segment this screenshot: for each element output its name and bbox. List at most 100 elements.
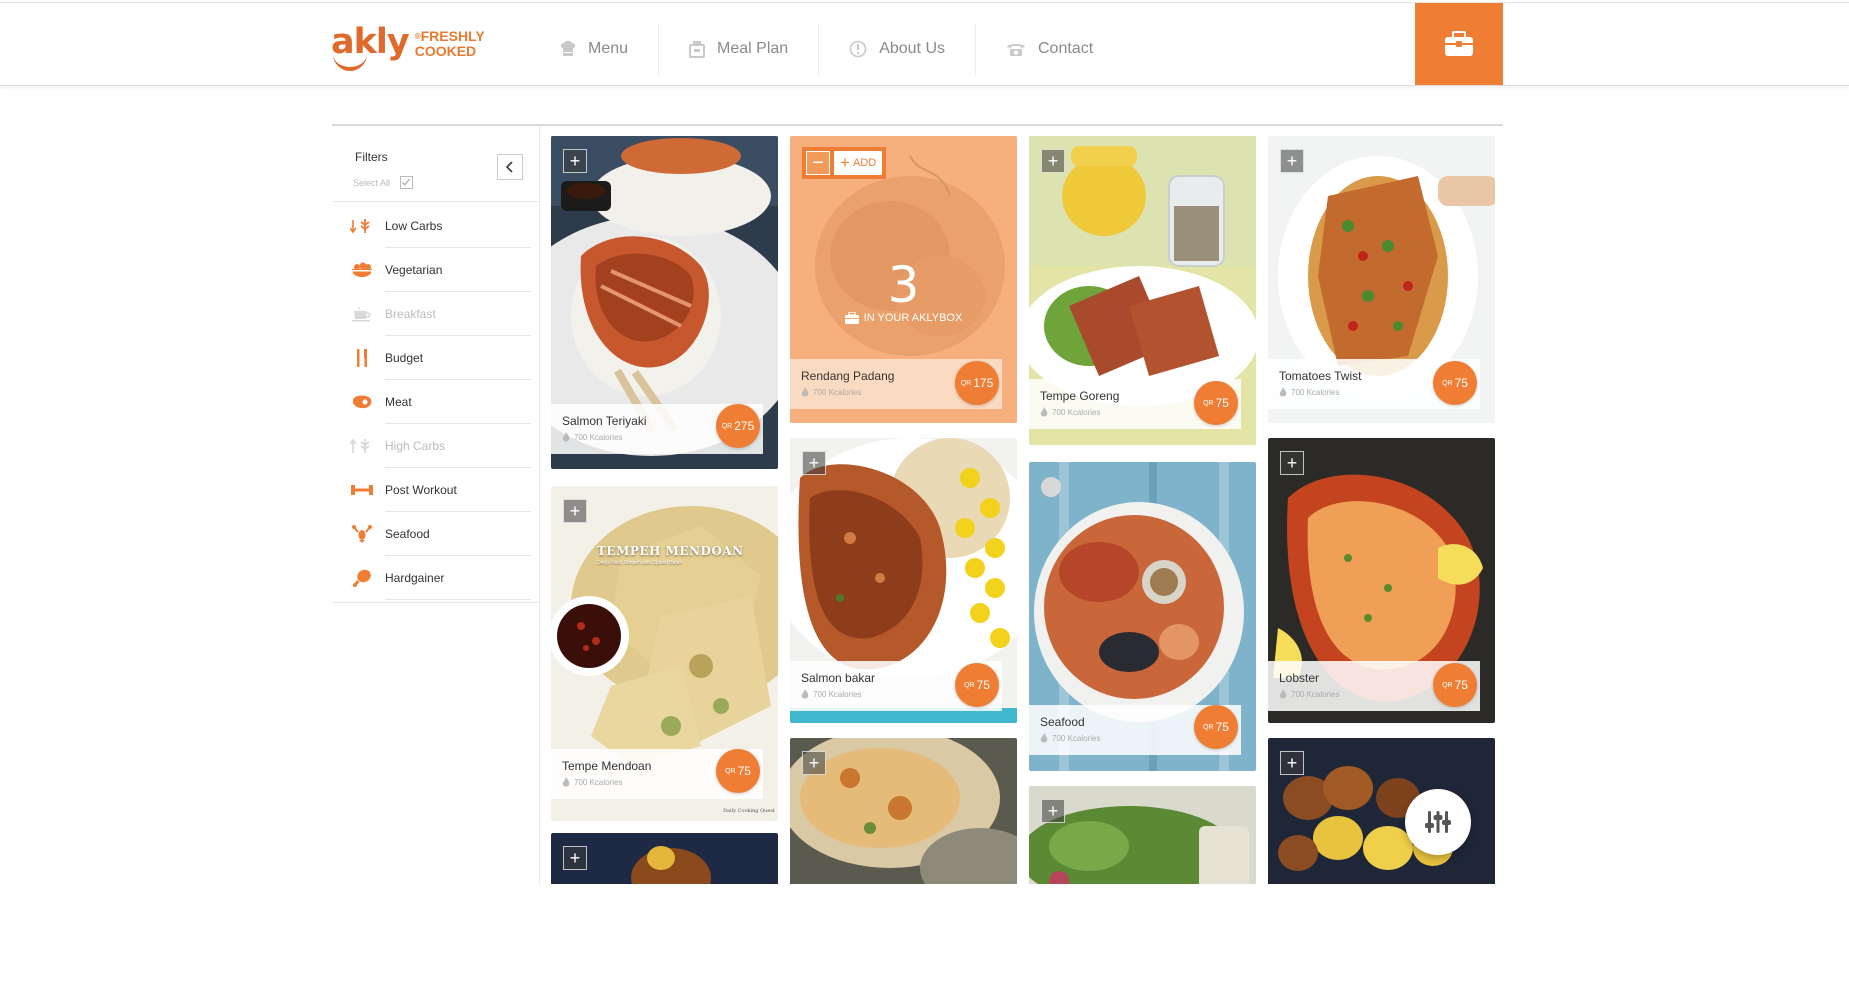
meal-calories: 700 Kcalories [562,777,622,787]
meal-name: Salmon bakar [801,671,876,685]
plus-icon: + [1286,453,1298,473]
price-badge: QR 275 [716,404,760,448]
filter-meat[interactable]: Meat [332,380,539,424]
quantity-controls: − + ADD [802,147,887,179]
price-currency: QR [1442,379,1453,387]
select-all-label: Select All [353,177,391,188]
meal-grid: + Salmon Teriyaki 700 Kcalories QR 275 T… [551,126,1501,884]
filter-label: High Carbs [385,439,446,453]
filter-high-carbs[interactable]: High Carbs [332,424,539,468]
filter-settings-button[interactable] [1405,789,1471,855]
info-icon [849,40,867,58]
add-to-box-button[interactable]: + [802,751,826,775]
nav-menu[interactable]: Menu [548,23,660,75]
add-to-box-button[interactable]: + [1280,751,1304,775]
filter-post-workout[interactable]: Post Workout [332,468,539,512]
lunchbox-icon [844,312,859,324]
price-badge: QR 175 [955,361,999,405]
photo-credit: Daily Cooking Quest [723,808,775,814]
add-to-box-button[interactable]: + [1280,149,1304,173]
meal-calories-text: 700 Kcalories [574,777,623,787]
price-badge: QR 75 [716,749,760,793]
price-badge: QR 75 [955,663,999,707]
meal-calories-text: 700 Kcalories [813,387,862,397]
select-all-toggle[interactable]: Select All [353,176,414,189]
meal-calories: 700 Kcalories [1040,733,1100,743]
flame-icon [562,432,570,442]
filter-label: Budget [385,351,424,365]
price-value: 175 [973,376,994,390]
salad-bowl-icon [350,261,374,279]
meal-card-oysters[interactable]: + [790,738,1017,884]
filter-sliders-icon [1425,811,1451,833]
dumbbell-icon [350,481,374,499]
price-currency: QR [960,379,972,387]
filter-breakfast[interactable]: Breakfast [332,292,539,336]
add-more-button[interactable]: + ADD [834,151,883,175]
low-carbs-icon [350,217,374,235]
nav-meal-plan-label: Meal Plan [717,40,789,57]
logo-wordmark: akly [331,23,410,71]
filter-hardgainer[interactable]: Hardgainer [332,556,539,600]
add-to-box-button[interactable]: + [1041,799,1065,823]
add-to-box-button[interactable]: + [563,149,587,173]
sidebar-divider [332,201,539,202]
meal-name: Lobster [1279,671,1320,685]
select-all-checkbox[interactable] [400,176,414,189]
add-to-box-button[interactable]: + [1280,451,1304,475]
nav-about-us[interactable]: About Us [819,23,976,75]
meal-card-tempe-goreng[interactable]: + Tempe Goreng 700 Kcalories QR 75 [1029,136,1256,445]
lobster-icon [350,525,374,543]
nav-meal-plan[interactable]: Meal Plan [659,23,820,75]
add-to-box-button[interactable]: + [563,846,587,870]
price-value: 75 [737,764,751,778]
plus-icon: + [569,848,581,868]
aklybox-button[interactable] [1415,3,1503,85]
filter-label: Post Workout [385,483,457,497]
meal-card-tempe-mendoan[interactable]: TEMPEH MENDOAN Deep Fried Tempeh with Sp… [551,486,778,821]
filter-seafood[interactable]: Seafood [332,512,539,556]
meal-calories: 700 Kcalories [1279,387,1339,397]
add-to-box-button[interactable]: + [1041,149,1065,173]
fork-knife-icon [350,349,374,367]
meal-calories-text: 700 Kcalories [574,432,623,442]
meal-card-salmon-bakar[interactable]: + Salmon bakar 700 Kcalories QR 75 [790,438,1017,723]
filter-vegetarian[interactable]: Vegetarian [332,248,539,292]
lunchbox-icon [1445,31,1473,56]
price-badge: QR 75 [1194,705,1238,749]
plus-icon: + [569,151,581,171]
in-box-indicator: IN YOUR AKLYBOX [790,312,1017,324]
add-to-box-button[interactable]: + [802,451,826,475]
meal-card-seafood[interactable]: Seafood 700 Kcalories QR 75 [1029,462,1256,771]
price-value: 75 [1215,396,1229,410]
filter-budget[interactable]: Budget [332,336,539,380]
nav-contact[interactable]: Contact [976,23,1123,75]
filter-label: Low Carbs [385,219,443,233]
akly-logo[interactable]: akly ®FRESHLY COOKED [331,23,485,71]
tempeh-mendoan-photo-title: TEMPEH MENDOAN [597,544,744,558]
logo-tagline: ®FRESHLY COOKED [415,29,485,59]
meal-browser-panel: Filters Select All Low Carbs Vegetarian [332,124,1503,886]
price-badge: QR 75 [1433,361,1477,405]
collapse-sidebar-button[interactable] [497,154,523,180]
meal-card-salad-greens[interactable]: + [1029,786,1256,884]
tagline-line2: COOKED [414,43,477,59]
meal-calories: 700 Kcalories [801,387,861,397]
meal-card-tomatoes-twist[interactable]: + Tomatoes Twist 700 Kcalories QR 75 [1268,136,1495,423]
drumstick-icon [350,569,374,587]
meal-card-skewers[interactable]: + [551,833,778,884]
meal-calories: 700 Kcalories [562,432,622,442]
price-currency: QR [964,681,975,689]
flame-icon [1040,733,1048,743]
logo-smile-mark [333,53,367,71]
meal-card-lobster[interactable]: + Lobster 700 Kcalories QR 75 [1268,438,1495,723]
meal-calories-text: 700 Kcalories [1052,407,1101,417]
flame-icon [1279,387,1287,397]
filter-low-carbs[interactable]: Low Carbs [332,204,539,248]
steak-icon [350,393,374,411]
meal-card-rendang-padang[interactable]: − + ADD 3 IN YOUR AKLYBOX Rendang Padang … [790,136,1017,423]
meal-box-icon [689,41,706,58]
decrease-quantity-button[interactable]: − [806,151,830,175]
add-to-box-button[interactable]: + [563,499,587,523]
meal-card-salmon-teriyaki[interactable]: + Salmon Teriyaki 700 Kcalories QR 275 [551,136,778,469]
